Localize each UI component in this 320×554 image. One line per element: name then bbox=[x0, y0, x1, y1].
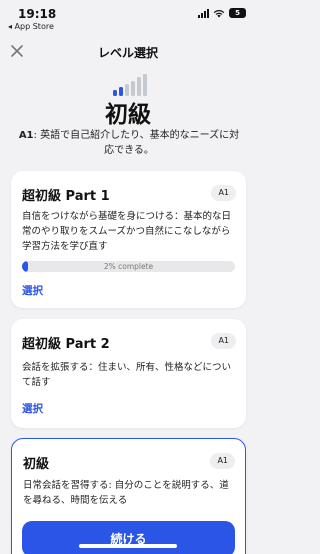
back-to-app-store-link[interactable]: ◂ App Store bbox=[8, 22, 54, 31]
battery-icon: 5 bbox=[229, 8, 246, 18]
status-time: 19:18 bbox=[18, 7, 57, 21]
nav-bar: レベル選択 bbox=[0, 38, 256, 68]
status-bar: 19:18 ◂ App Store 5 bbox=[0, 0, 256, 38]
course-description: 自信をつけながら基礎を身につける：基本的な日常のやり取りをスムーズかつ自然にこな… bbox=[22, 211, 232, 252]
status-icons: 5 bbox=[198, 8, 246, 18]
wifi-icon bbox=[213, 9, 225, 17]
course-card-beginner[interactable]: 初級 A1 日常会話を習得する: 自分のことを説明する、道を尋ねる、時間を伝える… bbox=[11, 438, 246, 554]
progress-label: 2% complete bbox=[103, 262, 154, 271]
level-badge: A1 bbox=[211, 333, 236, 349]
course-card-part1[interactable]: 超初級 Part 1 A1 自信をつけながら基礎を身につける：基本的な日常のやり… bbox=[11, 171, 246, 308]
level-description: A1: 英語で自己紹介したり、基本的なニーズに対応できる。 bbox=[14, 128, 244, 158]
page-title: レベル選択 bbox=[97, 46, 158, 60]
cellular-signal-icon bbox=[198, 8, 209, 18]
course-description: 日常会話を習得する: 自分のことを説明する、道を尋ねる、時間を伝える bbox=[23, 480, 229, 506]
select-button[interactable]: 選択 bbox=[22, 283, 43, 298]
level-signal-icon bbox=[113, 74, 147, 96]
course-title: 初級 bbox=[23, 457, 50, 472]
level-description-text: : 英語で自己紹介したり、基本的なニーズに対応できる。 bbox=[33, 130, 240, 156]
progress-bar: 2% complete bbox=[22, 261, 235, 272]
level-title: 初級 bbox=[105, 102, 151, 128]
course-title: 超初級 Part 2 bbox=[22, 337, 110, 352]
home-indicator bbox=[79, 544, 177, 548]
course-title: 超初級 Part 1 bbox=[22, 189, 110, 204]
level-code: A1 bbox=[18, 130, 34, 141]
level-badge: A1 bbox=[211, 185, 236, 201]
continue-button[interactable]: 続ける bbox=[22, 521, 235, 554]
course-card-part2[interactable]: 超初級 Part 2 A1 会話を拡張する：住まい、所有、性格などについて話す … bbox=[11, 319, 246, 428]
level-badge: A1 bbox=[210, 453, 235, 469]
select-button[interactable]: 選択 bbox=[22, 401, 43, 416]
course-description: 会話を拡張する：住まい、所有、性格などについて話す bbox=[22, 362, 232, 388]
